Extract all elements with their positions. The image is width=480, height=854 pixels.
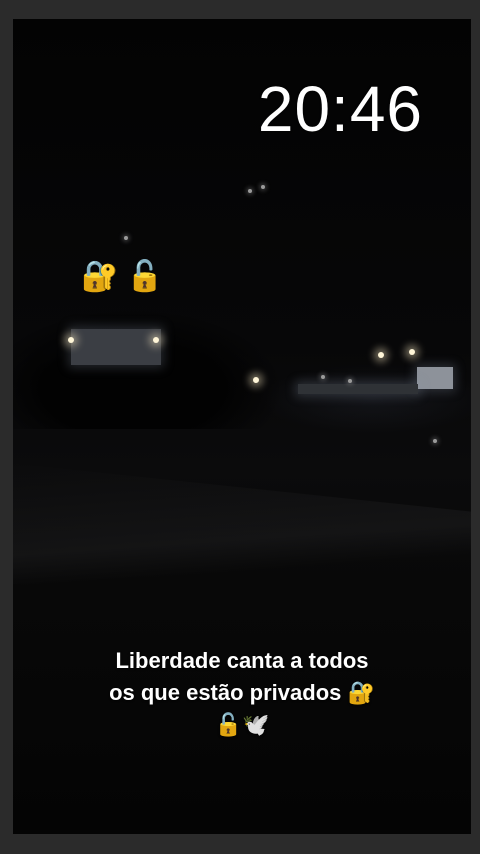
street-light [68, 337, 74, 343]
lock-stickers: 🔐 🔓 [81, 262, 164, 292]
sky-light [433, 439, 437, 443]
street-light [378, 352, 384, 358]
hill-silhouette [13, 309, 313, 429]
sky-light [124, 236, 128, 240]
caption-line-2: os que estão privados 🔐 [13, 677, 471, 709]
lock-with-key-icon: 🔐 [347, 680, 375, 705]
street-light [348, 379, 352, 383]
lit-structure [71, 329, 161, 365]
time-sticker: 20:46 [257, 73, 423, 145]
street-light [153, 337, 159, 343]
story-frame: 20:46 🔐 🔓 Liberdade canta a todos os que… [13, 19, 471, 834]
road-glare [13, 462, 471, 636]
story-caption: Liberdade canta a todos os que estão pri… [13, 645, 471, 741]
distant-wall [298, 384, 418, 394]
sky-light [261, 185, 265, 189]
caption-line-3: 🔓🕊️ [214, 712, 270, 737]
sky-light [248, 189, 252, 193]
street-light [321, 375, 325, 379]
street-light [409, 349, 415, 355]
caption-line-1: Liberdade canta a todos [115, 648, 369, 673]
lock-with-key-icon: 🔐 [81, 260, 119, 293]
distant-building [417, 367, 453, 389]
unlocked-lock-icon: 🔓 [126, 260, 164, 293]
street-light [253, 377, 259, 383]
caption-line-2-text: os que estão privados [109, 680, 342, 705]
